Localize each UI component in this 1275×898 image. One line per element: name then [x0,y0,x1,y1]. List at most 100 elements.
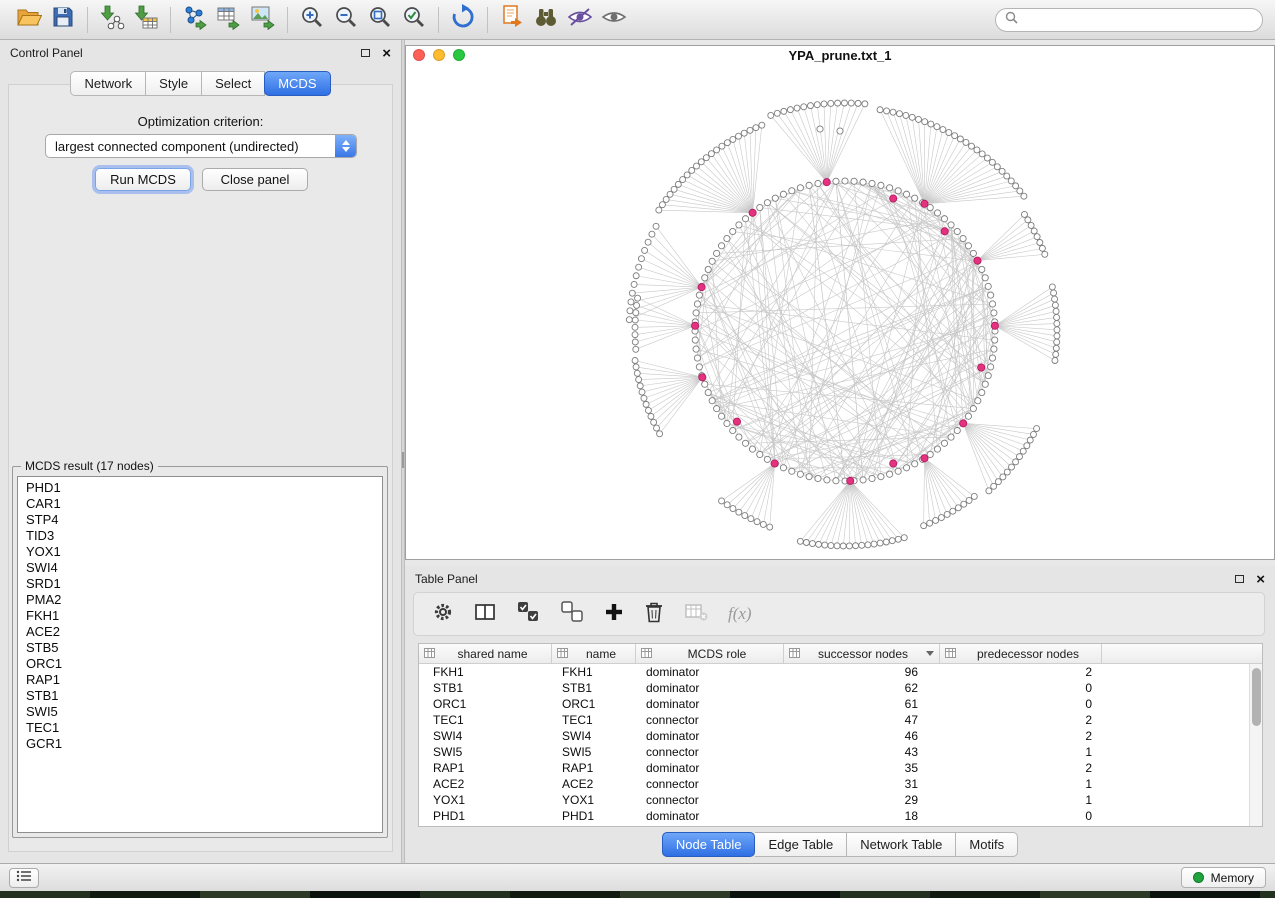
mcds-result-item[interactable]: ORC1 [18,656,382,672]
add-column-button[interactable] [604,602,624,627]
table-row[interactable]: YOX1YOX1connector291 [419,792,1249,808]
zoom-selected-button[interactable] [397,4,431,36]
zoom-out-button[interactable] [329,4,363,36]
mcds-result-item[interactable]: SRD1 [18,576,382,592]
table-row[interactable]: ORC1ORC1dominator610 [419,696,1249,712]
save-session-button[interactable] [46,4,80,36]
tab-edge-table[interactable]: Edge Table [755,832,847,857]
close-table-panel-icon[interactable]: × [1256,572,1265,587]
cell-name: ORC1 [552,697,636,711]
zoom-in-button[interactable] [295,4,329,36]
memory-button[interactable]: Memory [1181,867,1266,888]
open-file-button[interactable] [12,4,46,36]
tab-network-table[interactable]: Network Table [847,832,956,857]
desktop-background [0,891,1275,898]
clone-network-button[interactable] [495,4,529,36]
column-header-successor-nodes[interactable]: successor nodes [784,644,940,663]
table-settings-button[interactable] [432,601,454,628]
tab-node-table[interactable]: Node Table [662,832,756,857]
search-input[interactable] [1024,13,1253,27]
status-menu-button[interactable] [9,868,39,888]
window-minimize-icon[interactable] [433,49,445,61]
mcds-result-item[interactable]: SWI4 [18,560,382,576]
find-button[interactable] [529,4,563,36]
show-columns-button[interactable] [474,601,496,628]
cell-shared-name: SWI4 [419,729,552,743]
export-network-button[interactable] [178,4,212,36]
table-scrollbar[interactable] [1249,664,1262,826]
mcds-result-item[interactable]: GCR1 [18,736,382,752]
mcds-result-item[interactable]: TEC1 [18,720,382,736]
table-row[interactable]: FKH1FKH1dominator962 [419,664,1249,680]
tab-motifs[interactable]: Motifs [956,832,1018,857]
function-builder-button[interactable]: f(x) [728,604,752,624]
export-table-button[interactable] [212,4,246,36]
tab-select[interactable]: Select [202,71,265,96]
delete-table-button-disabled[interactable] [684,602,708,627]
graphics-details-button[interactable] [563,4,597,36]
table-row[interactable]: STB1STB1dominator620 [419,680,1249,696]
import-table-button[interactable] [129,4,163,36]
tab-style[interactable]: Style [146,71,202,96]
table-row[interactable]: SWI5SWI5connector431 [419,744,1249,760]
mcds-result-item[interactable]: PMA2 [18,592,382,608]
mcds-result-list[interactable]: PHD1CAR1STP4TID3YOX1SWI4SRD1PMA2FKH1ACE2… [17,476,383,833]
export-image-button[interactable] [246,4,280,36]
cell-successors: 47 [784,713,940,727]
float-panel-icon[interactable] [361,49,370,57]
mcds-result-item[interactable]: FKH1 [18,608,382,624]
list-icon [16,869,32,887]
table-toolbar: f(x) [413,592,1265,636]
tab-network[interactable]: Network [70,71,146,96]
mcds-result-item[interactable]: STB1 [18,688,382,704]
column-header-predecessor-nodes[interactable]: predecessor nodes [940,644,1102,663]
toolbar-separator [438,7,439,33]
mcds-result-item[interactable]: STP4 [18,512,382,528]
zoom-in-icon [299,4,325,35]
mcds-result-item[interactable]: CAR1 [18,496,382,512]
import-table-icon [133,4,159,35]
mcds-result-item[interactable]: TID3 [18,528,382,544]
table-row[interactable]: TEC1TEC1connector472 [419,712,1249,728]
cell-name: ACE2 [552,777,636,791]
mcds-result-item[interactable]: RAP1 [18,672,382,688]
delete-column-button[interactable] [644,601,664,628]
mcds-result-title: MCDS result (17 nodes) [21,459,158,473]
tab-mcds[interactable]: MCDS [264,71,330,96]
column-header-mcds-role[interactable]: MCDS role [636,644,784,663]
run-mcds-button[interactable]: Run MCDS [95,168,191,191]
column-header-name[interactable]: name [552,644,636,663]
zoom-fit-button[interactable] [363,4,397,36]
float-table-panel-icon[interactable] [1235,575,1244,583]
toolbar-separator [87,7,88,33]
deselect-all-button[interactable] [560,601,584,628]
close-panel-icon[interactable]: × [382,46,391,61]
mcds-result-item[interactable]: PHD1 [18,480,382,496]
select-all-icon [516,610,540,627]
network-canvas[interactable] [406,64,1272,558]
select-all-button[interactable] [516,601,540,628]
mcds-result-item[interactable]: STB5 [18,640,382,656]
mcds-result-item[interactable]: SWI5 [18,704,382,720]
node-table: shared name name MCDS role successor nod… [418,643,1263,827]
mcds-result-item[interactable]: YOX1 [18,544,382,560]
window-maximize-icon[interactable] [453,49,465,61]
cell-name: TEC1 [552,713,636,727]
mcds-result-item[interactable]: ACE2 [18,624,382,640]
table-row[interactable]: PHD1PHD1dominator180 [419,808,1249,824]
table-row[interactable]: RAP1RAP1dominator352 [419,760,1249,776]
table-row[interactable]: SWI4SWI4dominator462 [419,728,1249,744]
cell-role: dominator [636,761,784,775]
node-table-body: FKH1FKH1dominator962STB1STB1dominator620… [419,664,1249,826]
apply-layout-button[interactable] [446,4,480,36]
criterion-select[interactable]: largest connected component (undirected) [45,134,357,158]
scrollbar-thumb[interactable] [1252,668,1261,726]
cell-name: PHD1 [552,809,636,823]
show-hide-button[interactable] [597,4,631,36]
table-row[interactable]: ACE2ACE2connector311 [419,776,1249,792]
window-close-icon[interactable] [413,49,425,61]
close-panel-button[interactable]: Close panel [202,168,308,191]
cell-shared-name: ORC1 [419,697,552,711]
column-header-shared-name[interactable]: shared name [419,644,552,663]
import-network-button[interactable] [95,4,129,36]
